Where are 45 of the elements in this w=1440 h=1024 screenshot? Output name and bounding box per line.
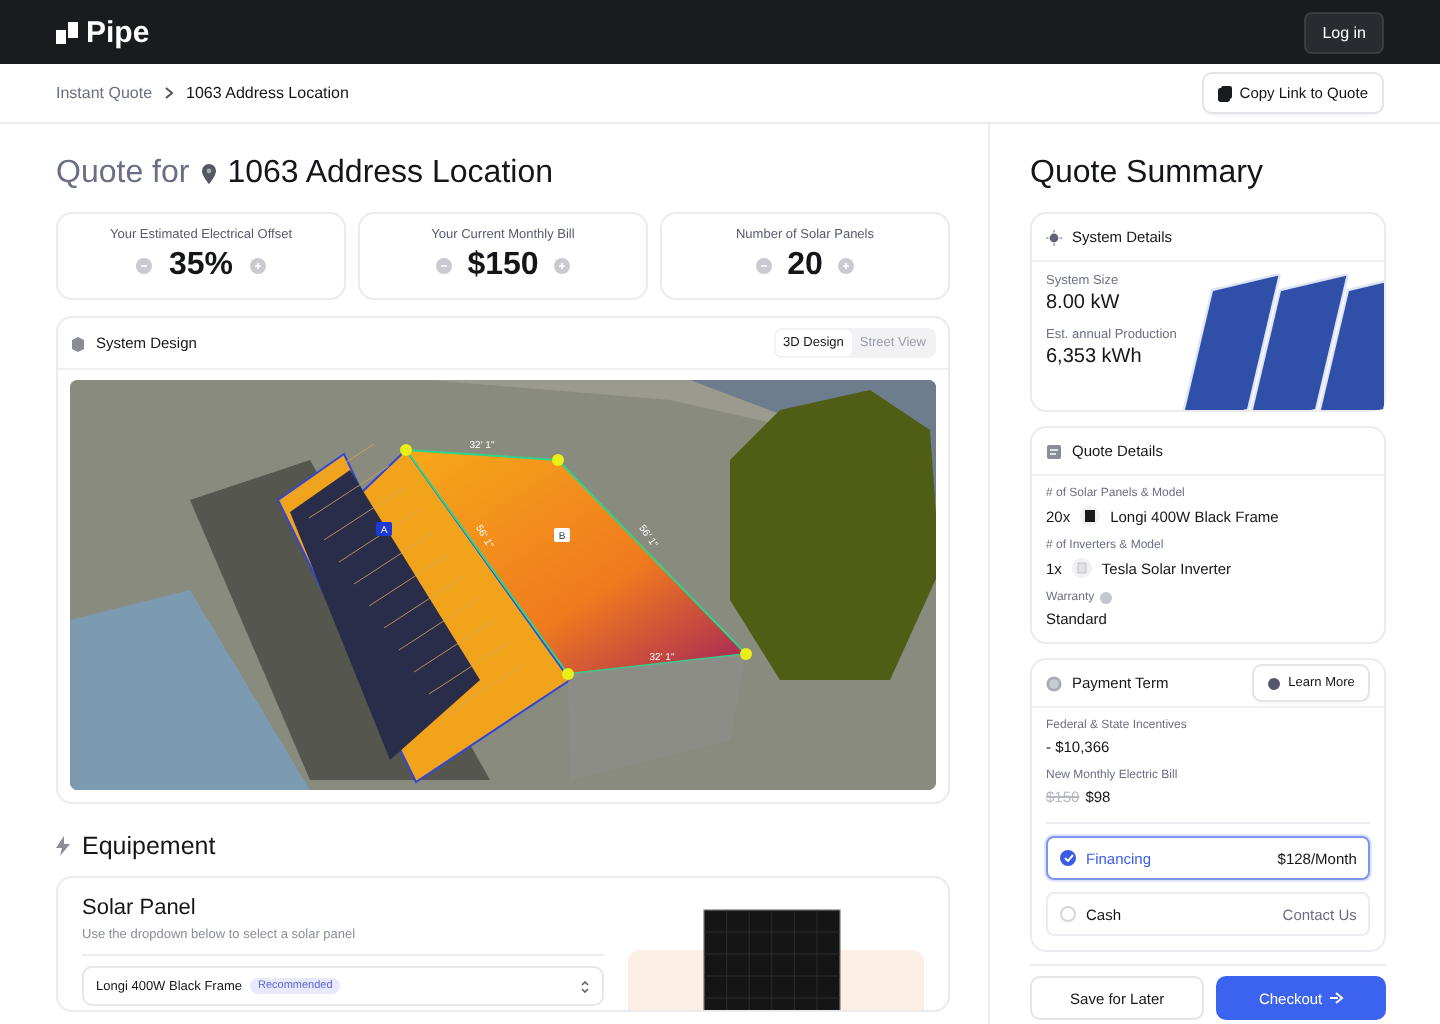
breadcrumb-item: 1063 Address Location xyxy=(186,84,349,102)
card-title: Solar Panel xyxy=(82,896,198,920)
location-pin-icon xyxy=(201,164,216,184)
decrease-button[interactable] xyxy=(755,258,772,274)
chevron-updown-icon xyxy=(580,979,590,993)
minus-icon xyxy=(759,262,768,270)
decrease-button[interactable] xyxy=(435,258,452,274)
minus-icon xyxy=(140,262,149,270)
roof-marker[interactable] xyxy=(554,528,570,542)
decrease-button[interactable] xyxy=(136,258,153,274)
radio-button[interactable] xyxy=(1060,850,1076,866)
lightning-icon xyxy=(56,836,70,856)
sun-icon xyxy=(1046,229,1062,245)
info-icon xyxy=(1268,677,1281,689)
plus-icon xyxy=(842,262,851,270)
plus-icon xyxy=(558,262,567,270)
plus-icon xyxy=(253,262,262,270)
inverter-thumbnail-icon xyxy=(1071,558,1092,578)
document-icon xyxy=(1046,443,1062,459)
login-button[interactable]: Log in xyxy=(1304,11,1384,53)
chevron-right-icon xyxy=(164,86,175,100)
panel-title: Quote Summary xyxy=(1030,154,1265,194)
field-value: 6,353 kWh xyxy=(1046,346,1144,368)
quote-address: 1063 Address Location xyxy=(227,156,553,192)
section-title: Equipement xyxy=(82,832,216,860)
minus-icon xyxy=(439,262,448,270)
logo-text: Pipe xyxy=(86,15,150,49)
panel-thumbnail-icon xyxy=(1080,506,1101,526)
info-icon xyxy=(1100,592,1113,604)
quote-prefix: Quote for xyxy=(56,156,190,192)
field-value: 8.00 kW xyxy=(1046,292,1122,314)
cube-icon xyxy=(70,335,86,351)
coin-icon xyxy=(1046,675,1062,691)
copy-icon xyxy=(1217,85,1232,101)
stat-value: $150 xyxy=(467,248,539,284)
stat-value: 20 xyxy=(787,248,823,284)
check-icon xyxy=(1063,854,1073,862)
arrow-right-icon xyxy=(1330,992,1345,1004)
increase-button[interactable] xyxy=(554,258,571,274)
logo-icon xyxy=(56,21,78,43)
breadcrumb-item[interactable]: Instant Quote xyxy=(56,84,153,102)
stat-value: 35% xyxy=(168,248,234,284)
roof-marker[interactable] xyxy=(376,522,392,536)
increase-button[interactable] xyxy=(838,258,855,274)
increase-button[interactable] xyxy=(249,258,266,274)
